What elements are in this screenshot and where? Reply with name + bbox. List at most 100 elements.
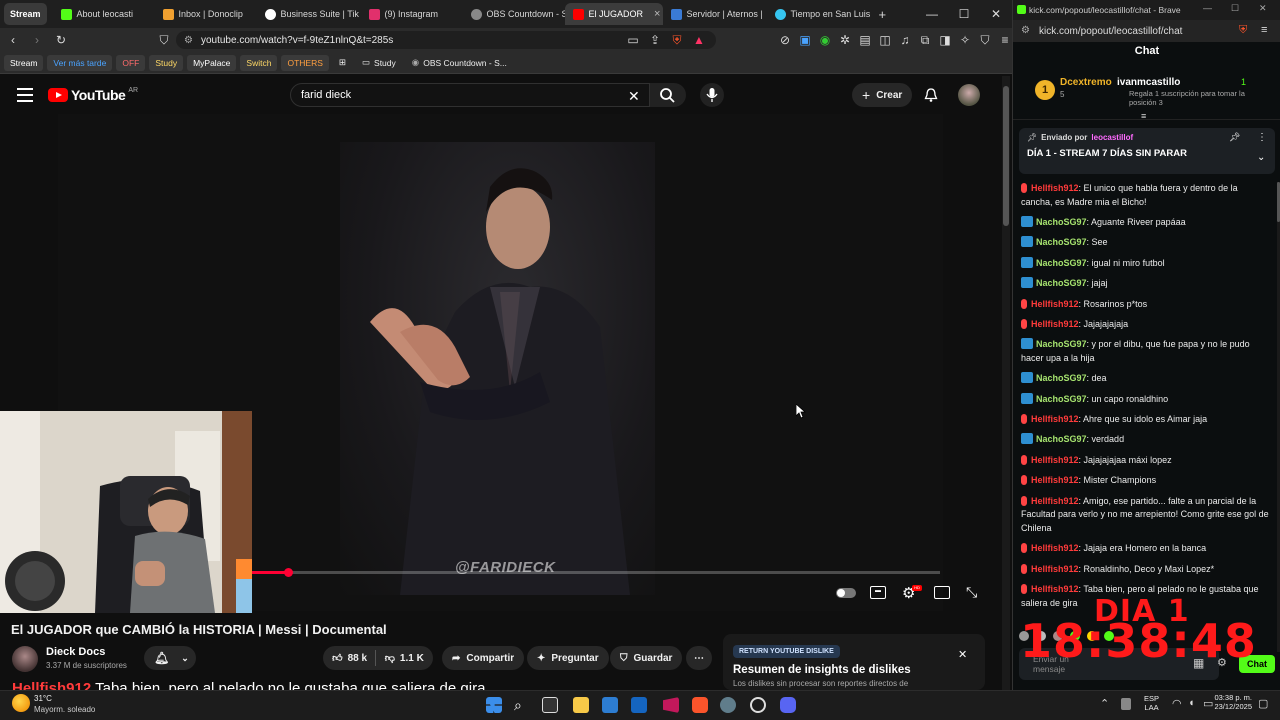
puzzle-icon[interactable]: ✲ (838, 33, 852, 47)
subscribe-bell-button[interactable]: 🔔︎ ⌄ (144, 646, 196, 670)
tab-donoclip[interactable]: Inbox | Donoclip (155, 3, 257, 25)
chat-username[interactable]: NachoSG97 (1036, 258, 1087, 268)
brave-shield-icon[interactable]: ⛨ (1239, 24, 1247, 37)
site-info-icon[interactable]: ⚙ (184, 35, 193, 46)
save-button[interactable]: ⛉ Guardar (610, 646, 683, 670)
task-view-icon[interactable] (542, 697, 558, 713)
tab-stream[interactable]: Stream (4, 3, 47, 25)
chat-username[interactable]: NachoSG97 (1036, 373, 1087, 383)
tab-youtube-video[interactable]: El JUGADOR × (564, 3, 663, 25)
maximize-icon[interactable]: ☐ (948, 7, 980, 21)
unpin-icon[interactable]: 📌︎ (1229, 132, 1240, 143)
gifter-name[interactable]: ivanmcastillo (1117, 77, 1180, 88)
music-icon[interactable]: ♫ (898, 33, 912, 47)
weather-temperature[interactable]: 31°C (34, 694, 52, 703)
menu-icon[interactable]: ≡ (998, 33, 1012, 47)
menu-icon[interactable]: ≡ (1261, 24, 1267, 36)
app-icon[interactable] (631, 697, 647, 713)
weather-description[interactable]: Mayorm. soleado (34, 705, 95, 714)
search-icon[interactable]: ⌕ (514, 697, 530, 713)
cast-icon[interactable]: ▭ (626, 33, 640, 47)
file-explorer-icon[interactable] (573, 697, 589, 713)
chat-username[interactable]: Hellfish912 (1031, 319, 1079, 329)
brave-rewards-icon[interactable]: ▲ (692, 33, 706, 47)
bookmark-off[interactable]: OFF (116, 54, 146, 71)
share-icon[interactable]: ⇪ (648, 33, 662, 47)
back-icon[interactable]: ‹ (6, 33, 20, 47)
chat-username[interactable]: NachoSG97 (1036, 278, 1087, 288)
minimize-icon[interactable]: — (916, 7, 948, 21)
chat-username[interactable]: Hellfish912 (1031, 475, 1079, 485)
chat-username[interactable]: Hellfish912 (1031, 564, 1079, 574)
chat-username[interactable]: NachoSG97 (1036, 217, 1087, 227)
extension-icon[interactable]: ▣ (798, 33, 812, 47)
close-window-icon[interactable]: ✕ (1259, 3, 1267, 14)
like-button[interactable]: 👍︎ 88 k (332, 652, 367, 665)
expand-leaderboard-icon[interactable]: ≡ (1141, 111, 1146, 121)
bookmark-study[interactable]: Study (149, 54, 184, 71)
close-card-icon[interactable]: ✕ (958, 648, 967, 661)
bookmark-others[interactable]: OTHERS (281, 54, 329, 71)
chat-username[interactable]: NachoSG97 (1036, 339, 1087, 349)
youtube-logo[interactable]: YouTube AR (48, 87, 138, 103)
tab-weather[interactable]: Tiempo en San Luis (767, 3, 871, 25)
volume-icon[interactable]: ◖ (1188, 697, 1195, 709)
bookmark-obs-countdown[interactable]: ◉ OBS Countdown - S... (406, 54, 513, 71)
share-button[interactable]: ➦ Compartir (442, 646, 525, 670)
notification-center-icon[interactable]: ▢ (1258, 697, 1268, 710)
wifi-icon[interactable]: ◠ (1172, 697, 1182, 710)
sidebar-icon[interactable]: ◨ (938, 33, 952, 47)
chat-username[interactable]: Hellfish912 (1031, 414, 1079, 424)
obs-studio-icon[interactable] (750, 697, 766, 713)
tab-aternos[interactable]: Servidor | Aternos | (663, 3, 767, 25)
maximize-icon[interactable]: ☐ (1231, 3, 1239, 14)
dislike-button[interactable]: 👎︎ 1.1 K (385, 652, 424, 665)
progress-scrubber[interactable] (284, 568, 293, 577)
search-input[interactable]: farid dieck (290, 83, 650, 107)
discord-icon[interactable] (780, 697, 796, 713)
clear-search-icon[interactable]: ✕ (628, 88, 640, 105)
video-progress-bar[interactable] (252, 571, 940, 574)
language-indicator[interactable]: ESP LAA (1144, 694, 1159, 712)
weather-sun-icon[interactable] (12, 694, 30, 712)
bookmark-folder-study[interactable]: ▭ Study (356, 54, 402, 71)
chat-username[interactable]: Hellfish912 (1031, 584, 1079, 594)
chat-username[interactable]: Hellfish912 (1031, 543, 1079, 553)
chat-username[interactable]: NachoSG97 (1036, 394, 1087, 404)
tab-tiktok-business[interactable]: Business Suite | Tik (257, 3, 361, 25)
bookmark-icon[interactable]: ⛉ (157, 33, 171, 47)
create-button[interactable]: + Crear (852, 83, 913, 107)
brave-shield-icon[interactable]: ⛨ (670, 33, 684, 47)
close-tab-icon[interactable]: × (654, 8, 660, 20)
chat-username[interactable]: Hellfish912 (1031, 183, 1079, 193)
extension-icon[interactable]: ▤ (858, 33, 872, 47)
chat-username[interactable]: Hellfish912 (1031, 455, 1079, 465)
tab-instagram[interactable]: (9) Instagram (361, 3, 463, 25)
hamburger-menu-icon[interactable] (17, 88, 33, 102)
bookmark-watch-later[interactable]: Ver más tarde (47, 54, 113, 71)
forward-icon[interactable]: › (30, 33, 44, 47)
notifications-icon[interactable] (923, 87, 939, 103)
extension-icon[interactable]: ⊘ (778, 33, 792, 47)
tray-app-icon[interactable] (1121, 698, 1131, 710)
miniplayer-icon[interactable] (934, 586, 950, 599)
tab-about-leocastillof[interactable]: About leocasti (53, 3, 155, 25)
more-actions-button[interactable]: ⋯ (686, 646, 712, 670)
bookmark-mypalace[interactable]: MyPalace (187, 54, 237, 71)
new-tab-button[interactable]: + (871, 3, 891, 25)
account-avatar[interactable] (958, 84, 980, 106)
reload-icon[interactable]: ↻ (54, 33, 68, 47)
minimize-icon[interactable]: — (1203, 3, 1212, 13)
settings-app-icon[interactable] (720, 697, 736, 713)
extension-icon[interactable]: ◫ (878, 33, 892, 47)
extension-icon[interactable]: ⧉ (918, 33, 932, 47)
page-scrollbar[interactable] (1002, 76, 1010, 690)
chat-username[interactable]: NachoSG97 (1036, 434, 1087, 444)
extension-icon[interactable]: ◉ (818, 33, 832, 47)
tab-obs-countdown[interactable]: OBS Countdown - S (463, 3, 565, 25)
scrollbar-thumb[interactable] (1003, 86, 1009, 226)
chat-username[interactable]: Hellfish912 (1031, 299, 1079, 309)
tray-overflow-icon[interactable]: ⌃ (1100, 697, 1109, 710)
ask-button[interactable]: ✦ Preguntar (527, 646, 609, 670)
search-button[interactable] (650, 83, 686, 107)
